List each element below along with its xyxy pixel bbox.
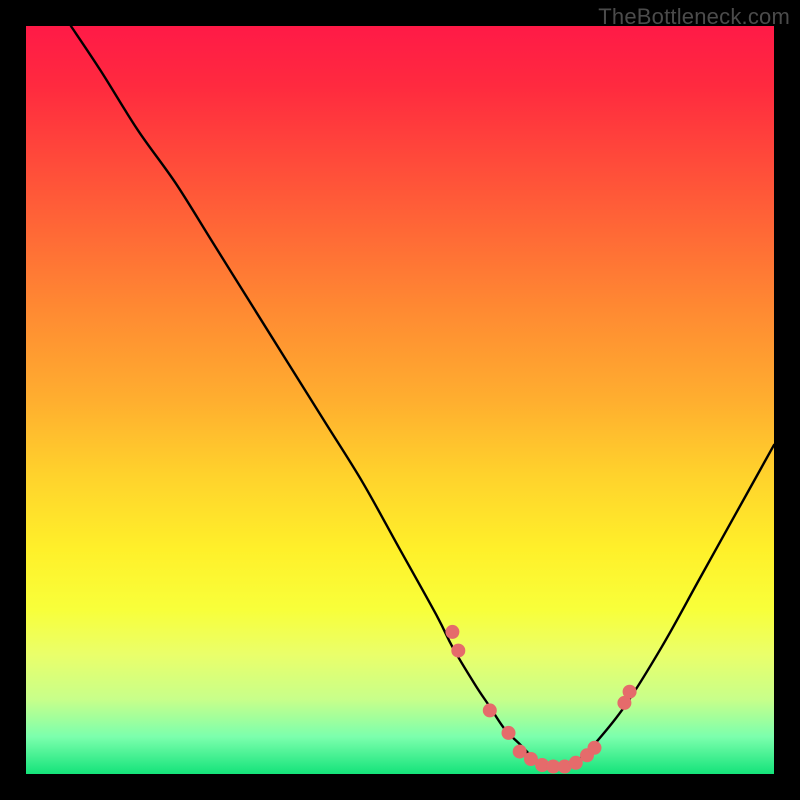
chart-frame: TheBottleneck.com bbox=[0, 0, 800, 800]
highlight-dot bbox=[483, 703, 497, 717]
curve-svg bbox=[26, 26, 774, 774]
plot-area bbox=[26, 26, 774, 774]
highlight-dot bbox=[451, 644, 465, 658]
highlight-dot bbox=[623, 685, 637, 699]
highlight-dots bbox=[445, 625, 636, 774]
highlight-dot bbox=[502, 726, 516, 740]
bottleneck-curve bbox=[71, 26, 774, 767]
watermark-text: TheBottleneck.com bbox=[598, 4, 790, 30]
highlight-dot bbox=[588, 741, 602, 755]
highlight-dot bbox=[445, 625, 459, 639]
